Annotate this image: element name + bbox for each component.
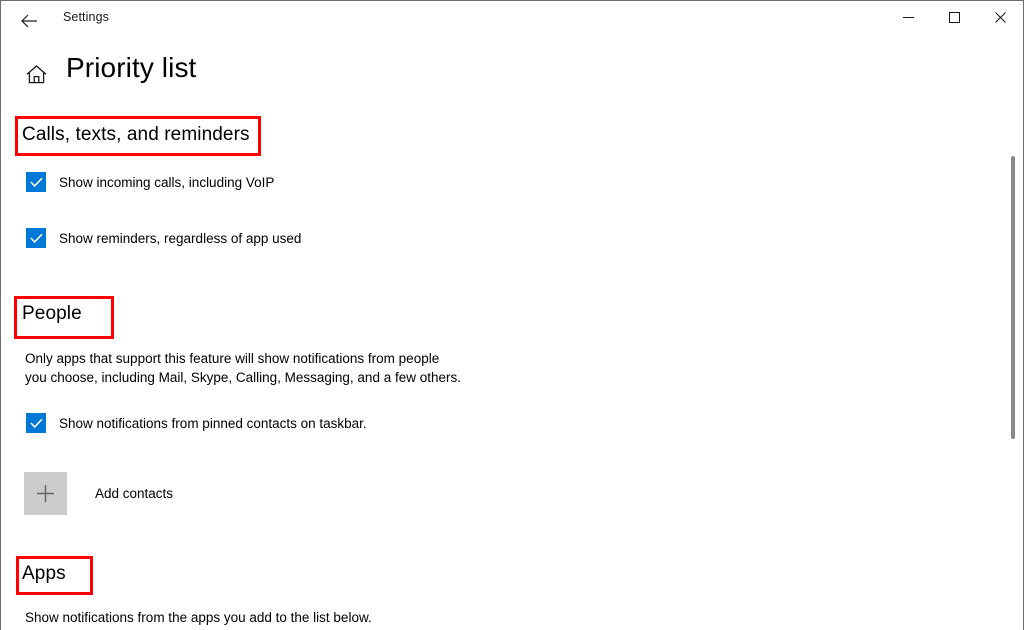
checkbox-label-reminders: Show reminders, regardless of app used	[59, 230, 302, 246]
caption-buttons	[885, 1, 1023, 33]
add-contacts-label: Add contacts	[95, 486, 174, 501]
close-icon	[994, 11, 1006, 23]
checkbox-label-incoming-calls: Show incoming calls, including VoIP	[59, 174, 275, 190]
back-button[interactable]	[9, 5, 49, 37]
settings-content: Calls, texts, and reminders Show incomin…	[1, 101, 1001, 630]
checkbox-row-reminders[interactable]: Show reminders, regardless of app used	[26, 228, 301, 248]
checkbox-row-pinned-contacts[interactable]: Show notifications from pinned contacts …	[26, 413, 367, 433]
close-button[interactable]	[977, 1, 1023, 33]
title-bar: Settings	[1, 1, 1023, 41]
maximize-button[interactable]	[931, 1, 977, 33]
scrollbar-thumb[interactable]	[1011, 156, 1015, 439]
minimize-button[interactable]	[885, 1, 931, 33]
add-contacts-button[interactable]: Add contacts	[24, 472, 173, 515]
vertical-scrollbar[interactable]	[1007, 42, 1019, 630]
apps-description: Show notifications from the apps you add…	[25, 610, 372, 625]
section-heading-apps: Apps	[22, 563, 66, 584]
minimize-icon	[902, 12, 914, 23]
back-arrow-icon	[20, 14, 38, 28]
app-title: Settings	[63, 10, 109, 24]
page-title: Priority list	[66, 52, 197, 83]
section-heading-calls: Calls, texts, and reminders	[22, 124, 250, 145]
checkbox-pinned-contacts[interactable]	[26, 413, 46, 433]
people-description-line1: Only apps that support this feature will…	[25, 351, 440, 366]
home-icon[interactable]	[25, 63, 47, 85]
checkbox-incoming-calls[interactable]	[26, 172, 46, 192]
checkbox-label-pinned-contacts: Show notifications from pinned contacts …	[59, 415, 367, 431]
maximize-icon	[948, 11, 960, 23]
people-description-line2: you choose, including Mail, Skype, Calli…	[25, 370, 461, 385]
plus-icon	[24, 472, 67, 515]
checkbox-row-incoming-calls[interactable]: Show incoming calls, including VoIP	[26, 172, 274, 192]
section-heading-people: People	[22, 303, 82, 324]
checkbox-reminders[interactable]	[26, 228, 46, 248]
settings-window: Settings Priority list Calls, texts, and…	[0, 0, 1024, 630]
